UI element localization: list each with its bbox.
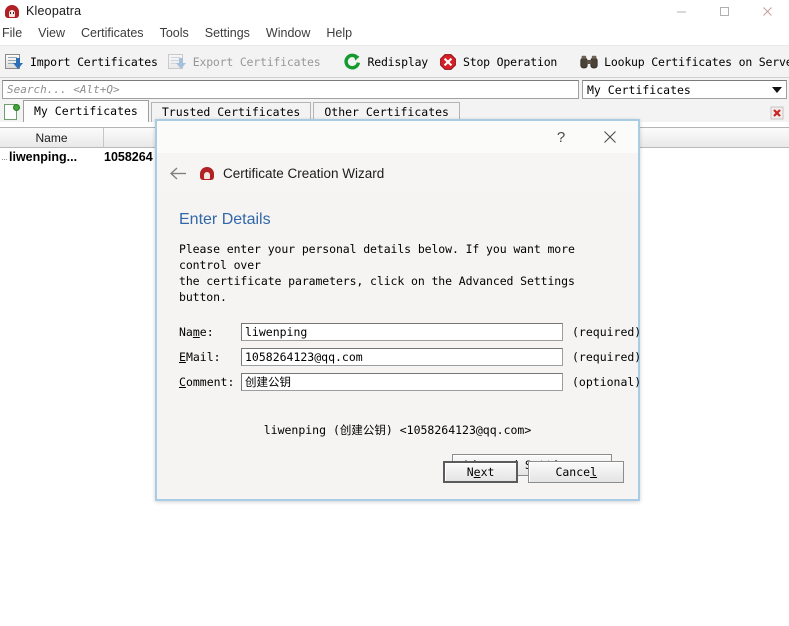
kleopatra-icon	[4, 3, 20, 19]
import-certificates-icon	[5, 52, 25, 72]
form-row-email: EMail: 1058264123@qq.com (required)	[179, 344, 641, 369]
certificate-filter-select[interactable]: My Certificates	[582, 80, 787, 99]
certificate-creation-wizard-dialog: ? Certificate Creation Wizard Enter Deta…	[155, 119, 641, 501]
stop-operation-button[interactable]: Stop Operation	[435, 49, 564, 75]
page-title: Enter Details	[179, 211, 271, 228]
dialog-intro-line-2: the certificate parameters, click on the…	[179, 274, 575, 304]
form-row-comment: Comment: 创建公钥 (optional)	[179, 369, 641, 394]
form-row-name: Name: liwenping (required)	[179, 319, 641, 344]
maximize-icon[interactable]	[703, 0, 746, 22]
minimize-icon[interactable]	[660, 0, 703, 22]
comment-label: Comment:	[179, 374, 235, 389]
close-tab-icon[interactable]	[769, 105, 785, 121]
details-form: Name: liwenping (required) EMail: 105826…	[179, 319, 641, 394]
next-button[interactable]: Next	[442, 461, 519, 483]
dialog-help-button[interactable]: ?	[544, 121, 578, 153]
certificate-filter-value: My Certificates	[587, 82, 691, 97]
menubar: File View Certificates Tools Settings Wi…	[0, 22, 789, 46]
search-input[interactable]: Search... <Alt+Q>	[2, 80, 579, 99]
email-hint: (required)	[572, 349, 642, 364]
name-hint: (required)	[572, 324, 642, 339]
dialog-header: Certificate Creation Wizard	[157, 153, 638, 193]
email-field[interactable]: 1058264123@qq.com	[241, 347, 563, 366]
window-titlebar: Kleopatra	[0, 0, 789, 22]
stop-operation-label: Stop Operation	[463, 54, 558, 69]
refresh-icon	[343, 52, 363, 72]
redisplay-button[interactable]: Redisplay	[340, 49, 436, 75]
toolbar: Import Certificates Export Certificates …	[0, 46, 789, 78]
window-title: Kleopatra	[26, 4, 82, 18]
menu-item-tools[interactable]: Tools	[152, 22, 197, 45]
dialog-close-button[interactable]	[590, 121, 630, 153]
menu-item-window[interactable]: Window	[258, 22, 318, 45]
menu-item-file[interactable]: File	[0, 22, 30, 45]
lookup-certificates-label: Lookup Certificates on Server	[604, 54, 789, 69]
dialog-intro-line-1: Please enter your personal details below…	[179, 242, 575, 272]
redisplay-label: Redisplay	[367, 54, 429, 69]
import-certificates-label: Import Certificates	[30, 54, 158, 69]
new-tab-icon[interactable]	[3, 104, 20, 121]
chevron-down-icon	[772, 87, 782, 93]
close-icon[interactable]	[746, 0, 789, 22]
search-row: Search... <Alt+Q> My Certificates	[0, 78, 789, 101]
certificate-preview-text: liwenping (创建公钥) <1058264123@qq.com>	[263, 423, 532, 437]
back-arrow-icon[interactable]	[165, 160, 191, 186]
import-certificates-button[interactable]: Import Certificates	[2, 49, 165, 75]
window-controls	[660, 0, 789, 22]
stop-icon	[438, 52, 458, 72]
lookup-certificates-button[interactable]: Lookup Certificates on Server	[576, 49, 789, 75]
menu-item-view[interactable]: View	[30, 22, 73, 45]
comment-hint: (optional)	[572, 374, 642, 389]
column-header-name[interactable]: Name	[0, 128, 104, 148]
email-label: EMail:	[179, 349, 221, 364]
binoculars-icon	[579, 52, 599, 72]
kleopatra-icon	[199, 165, 215, 181]
dialog-title: Certificate Creation Wizard	[223, 165, 385, 181]
export-certificates-button[interactable]: Export Certificates	[165, 49, 328, 75]
menu-item-certificates[interactable]: Certificates	[73, 22, 152, 45]
menu-item-settings[interactable]: Settings	[197, 22, 258, 45]
name-label: Name:	[179, 324, 214, 339]
name-field[interactable]: liwenping	[241, 322, 563, 341]
dialog-button-row: Next Cancel	[442, 461, 624, 483]
export-certificates-icon	[167, 52, 188, 72]
comment-field[interactable]: 创建公钥	[241, 372, 563, 391]
export-certificates-label: Export Certificates	[192, 54, 321, 69]
search-placeholder: Search... <Alt+Q>	[7, 83, 120, 96]
dialog-titlebar: ?	[157, 121, 638, 153]
dialog-intro-text: Please enter your personal details below…	[179, 241, 604, 305]
cell-name: liwenping...	[0, 150, 104, 164]
cancel-button[interactable]: Cancel	[528, 461, 624, 483]
tab-my-certificates[interactable]: My Certificates	[23, 100, 149, 122]
menu-item-help[interactable]: Help	[318, 22, 360, 45]
